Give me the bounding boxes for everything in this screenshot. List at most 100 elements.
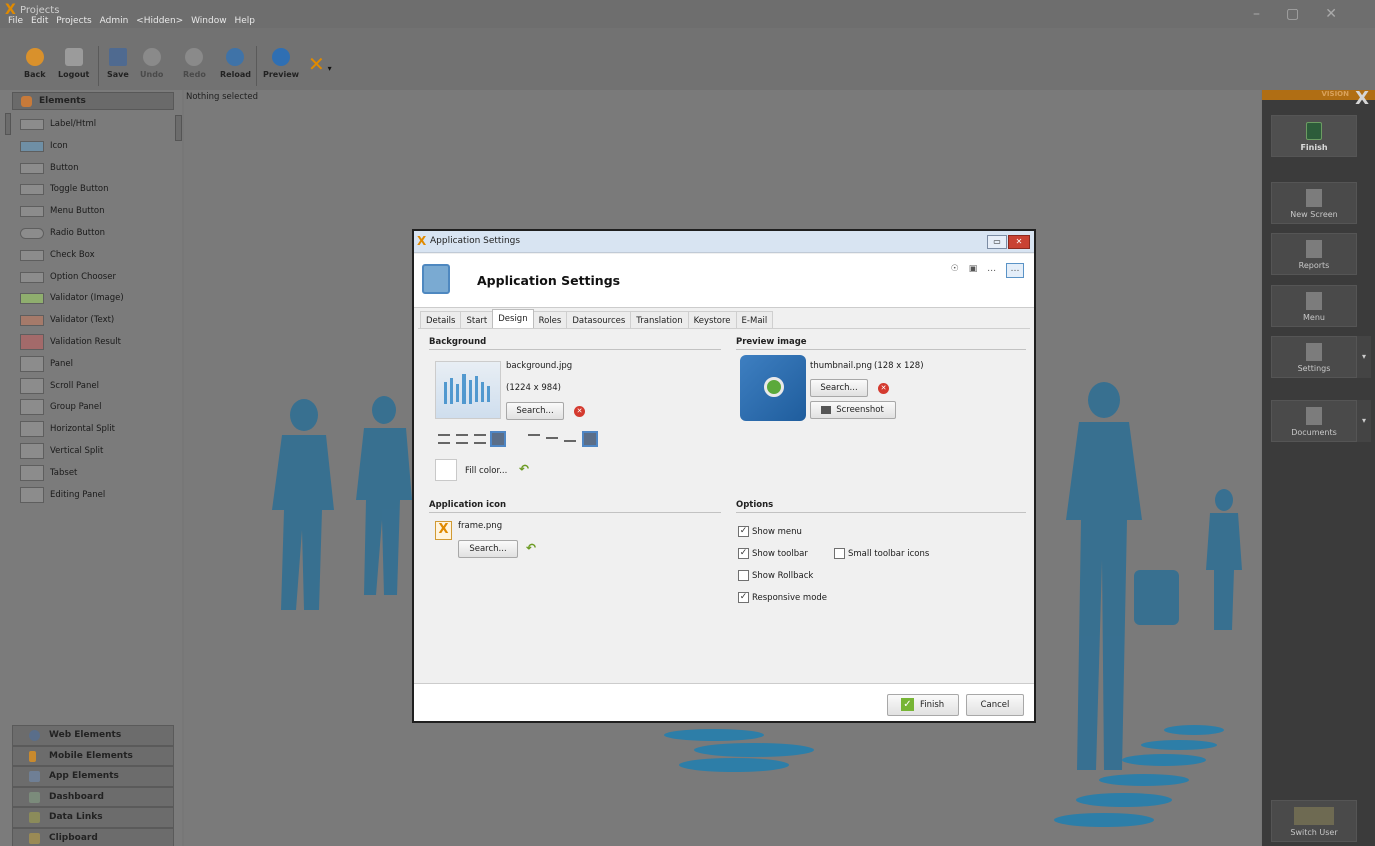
clipboard-icon [29, 832, 40, 844]
dialog-close-button[interactable]: ✕ [1008, 235, 1030, 249]
cancel-button[interactable]: Cancel [966, 694, 1024, 716]
finish-button[interactable]: ✓ Finish [887, 694, 959, 716]
align-center-icon[interactable] [456, 434, 468, 444]
dialog-restore-button[interactable]: ▭ [987, 235, 1007, 249]
menu-projects[interactable]: Projects [56, 16, 91, 26]
element-vertical-split[interactable]: Vertical Split [20, 442, 124, 465]
group-dashboard[interactable]: Dashboard [12, 786, 174, 807]
preview-search-button[interactable]: Search... [810, 379, 868, 397]
tab-roles[interactable]: Roles [532, 311, 568, 329]
tab-design[interactable]: Design [492, 309, 534, 328]
tab-email[interactable]: E-Mail [735, 311, 774, 329]
settings-button[interactable]: Settings [1271, 336, 1357, 378]
group-clipboard[interactable]: Clipboard [12, 827, 174, 846]
close-window-button[interactable]: ✕ [1325, 6, 1363, 22]
menu-window[interactable]: Window [191, 16, 227, 26]
element-validator-image[interactable]: Validator (Image) [20, 290, 124, 312]
align-fill-icon[interactable] [582, 431, 598, 447]
align-left-icon[interactable] [438, 434, 450, 444]
application-settings-dialog: X Application Settings ▭ ✕ Application Se… [412, 229, 1036, 723]
tab-datasources[interactable]: Datasources [566, 311, 632, 329]
menu-admin[interactable]: Admin [100, 16, 129, 26]
tab-translation[interactable]: Translation [630, 311, 689, 329]
element-check-box[interactable]: Check Box [20, 247, 124, 269]
align-top-icon[interactable] [528, 434, 540, 438]
element-button[interactable]: Button [20, 160, 124, 182]
element-option-chooser[interactable]: Option Chooser [20, 269, 124, 291]
documents-button[interactable]: Documents [1271, 400, 1357, 442]
reload-button[interactable]: Reload [220, 48, 251, 79]
finish-action-button[interactable]: Finish [1271, 115, 1357, 157]
minimize-button[interactable]: – [1253, 6, 1286, 22]
group-data-links[interactable]: Data Links [12, 807, 174, 828]
show-menu-checkbox[interactable]: ✓ [738, 526, 749, 537]
align-right-icon[interactable] [474, 434, 486, 444]
new-screen-button[interactable]: New Screen [1271, 182, 1357, 224]
settings-dropdown-arrow[interactable]: ▾ [1357, 336, 1371, 378]
more-selected-icon[interactable]: … [1006, 263, 1024, 278]
documents-dropdown-arrow[interactable]: ▾ [1357, 400, 1371, 442]
elements-header[interactable]: Elements [12, 92, 174, 110]
background-search-button[interactable]: Search... [506, 402, 564, 420]
fill-color-link[interactable]: Fill color... [465, 466, 507, 476]
fill-color-swatch[interactable] [435, 459, 457, 481]
screenshot-icon[interactable]: ▣ [969, 264, 978, 274]
logout-button[interactable]: Logout [58, 48, 89, 79]
responsive-mode-checkbox[interactable]: ✓ [738, 592, 749, 603]
switch-user-button[interactable]: Switch User [1271, 800, 1357, 842]
element-label-html[interactable]: Label/Html [20, 116, 124, 138]
show-toolbar-checkbox[interactable]: ✓ [738, 548, 749, 559]
element-toggle-button[interactable]: Toggle Button [20, 181, 124, 203]
element-horizontal-split[interactable]: Horizontal Split [20, 421, 124, 443]
redo-button[interactable]: Redo [183, 48, 206, 79]
reports-button[interactable]: Reports [1271, 233, 1357, 275]
chevron-down-icon: ▾ [327, 64, 332, 73]
group-mobile-elements[interactable]: Mobile Elements [12, 745, 174, 766]
align-stretch-icon[interactable] [490, 431, 506, 447]
tab-start[interactable]: Start [460, 311, 494, 329]
element-menu-button[interactable]: Menu Button [20, 203, 124, 225]
reset-app-icon-icon[interactable]: ↶ [526, 541, 536, 555]
save-button[interactable]: Save [107, 48, 129, 79]
show-rollback-checkbox[interactable] [738, 570, 749, 581]
validator-text-icon [20, 315, 44, 327]
back-button[interactable]: Back [24, 48, 46, 79]
element-validator-text[interactable]: Validator (Text) [20, 312, 124, 334]
element-panel[interactable]: Panel [20, 355, 124, 378]
app-icon-search-button[interactable]: Search... [458, 540, 518, 558]
tab-keystore[interactable]: Keystore [687, 311, 737, 329]
menu-action-button[interactable]: Menu [1271, 285, 1357, 327]
menu-file[interactable]: File [8, 16, 23, 26]
menu-help[interactable]: Help [234, 16, 255, 26]
preview-button[interactable]: Preview [263, 48, 299, 79]
element-tabset[interactable]: Tabset [20, 464, 124, 487]
undo-button[interactable]: Undo [140, 48, 163, 79]
sidebar-collapse-handle[interactable] [5, 113, 11, 135]
group-web-elements[interactable]: Web Elements [12, 725, 174, 746]
screenshot-button[interactable]: Screenshot [810, 401, 896, 419]
tab-details[interactable]: Details [420, 311, 462, 329]
element-scroll-panel[interactable]: Scroll Panel [20, 377, 124, 400]
background-filename: background.jpg [506, 361, 573, 371]
checkmark-icon [20, 293, 44, 305]
group-app-elements[interactable]: App Elements [12, 766, 174, 787]
sidebar-resize-handle[interactable] [175, 115, 182, 141]
background-remove-icon[interactable]: ✕ [574, 406, 585, 417]
tools-dropdown-button[interactable]: ✕ ▾ [308, 52, 332, 76]
menu-edit[interactable]: Edit [31, 16, 48, 26]
reset-fill-color-icon[interactable]: ↶ [519, 462, 529, 476]
element-editing-panel[interactable]: Editing Panel [20, 486, 124, 509]
element-group-panel[interactable]: Group Panel [20, 399, 124, 421]
element-radio-button[interactable]: Radio Button [20, 225, 124, 247]
preview-remove-icon[interactable]: ✕ [878, 383, 889, 394]
info-icon[interactable]: ☉ [951, 264, 959, 274]
element-icon[interactable]: Icon [20, 138, 124, 160]
menu-hidden[interactable]: <Hidden> [136, 16, 183, 26]
align-bottom-icon[interactable] [564, 440, 576, 444]
maximize-button[interactable]: ▢ [1286, 6, 1325, 22]
more-icon[interactable]: … [987, 264, 996, 274]
align-middle-icon[interactable] [546, 437, 558, 441]
element-validation-result[interactable]: Validation Result [20, 333, 124, 356]
app-icon-filename: frame.png [458, 521, 503, 531]
small-toolbar-icons-checkbox[interactable] [834, 548, 845, 559]
